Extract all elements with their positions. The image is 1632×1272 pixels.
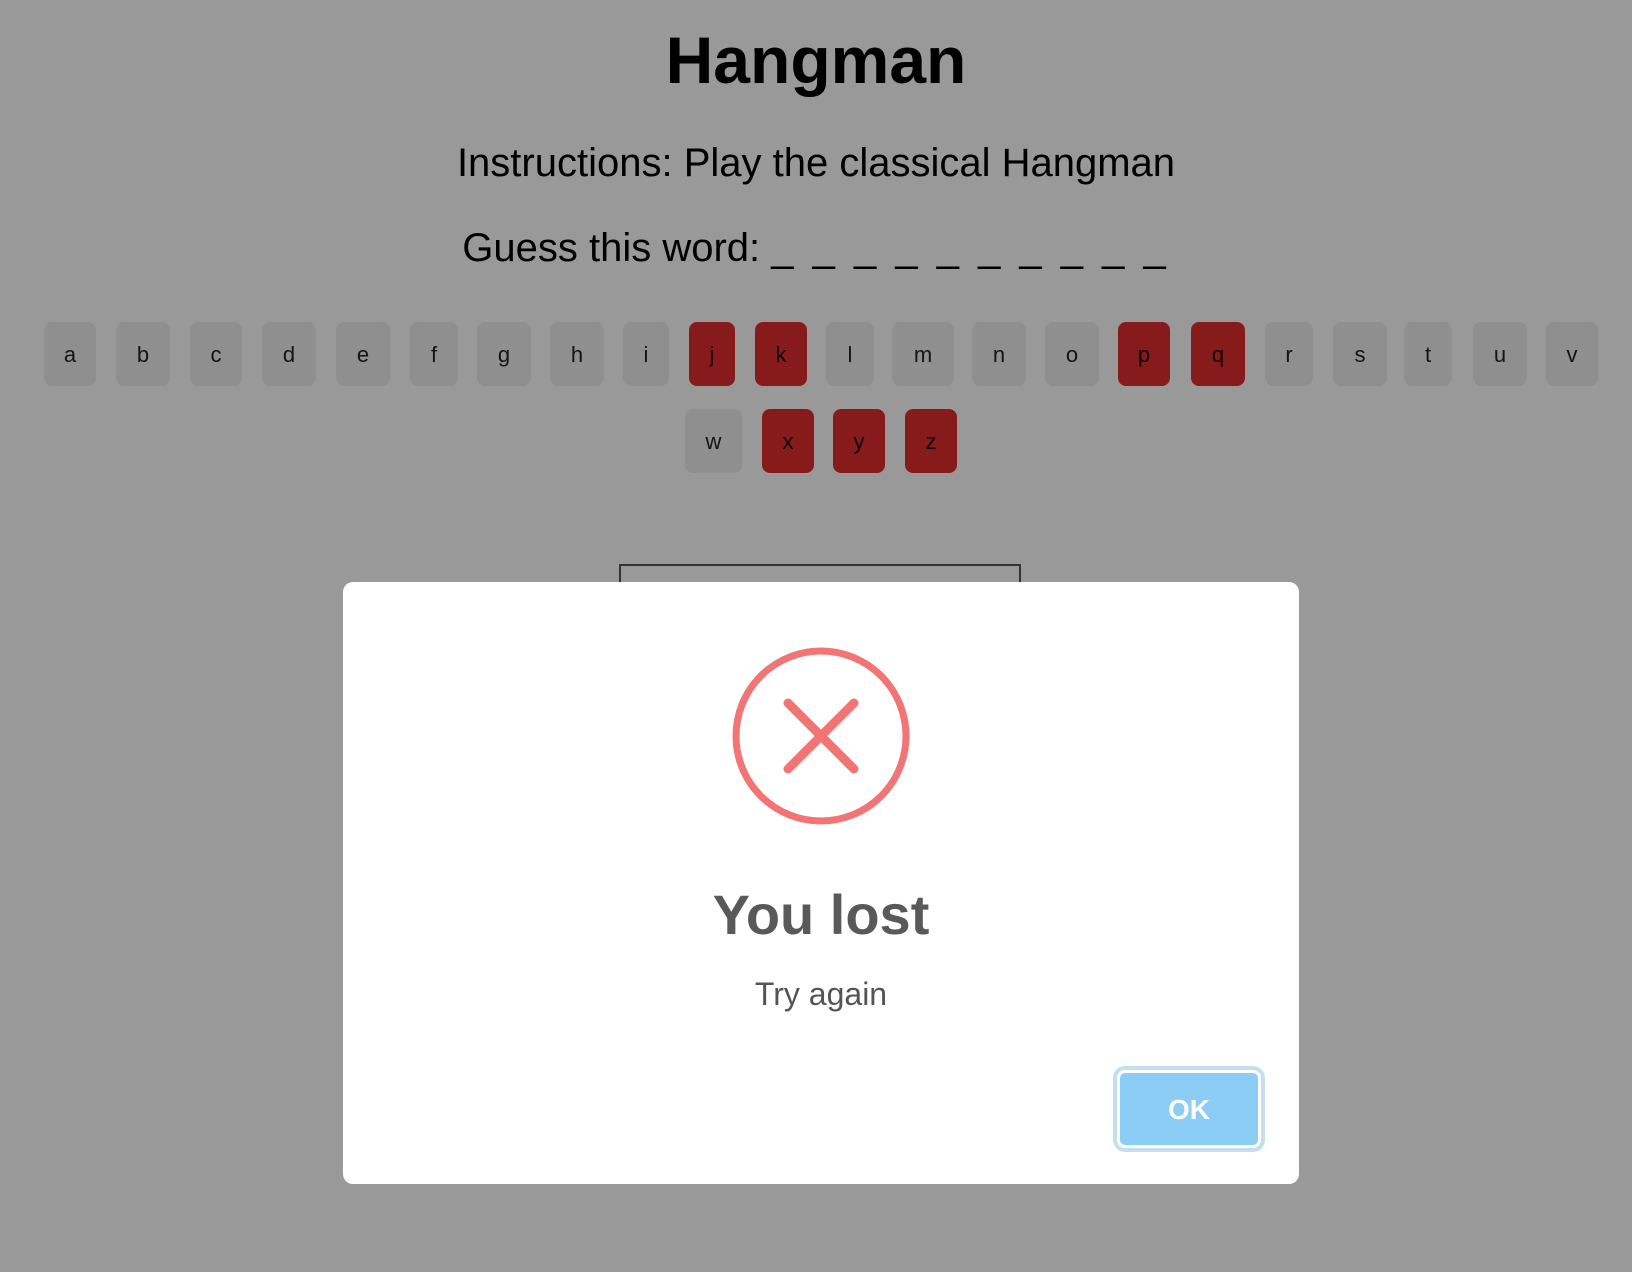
ok-button[interactable]: OK xyxy=(1117,1070,1261,1148)
dialog-text: Try again xyxy=(754,976,888,1012)
result-dialog: You lost Try again OK xyxy=(343,582,1299,1184)
dialog-title: You lost xyxy=(712,883,930,946)
error-x-icon xyxy=(732,647,910,825)
modal-backdrop: You lost Try again OK xyxy=(0,0,1632,1272)
